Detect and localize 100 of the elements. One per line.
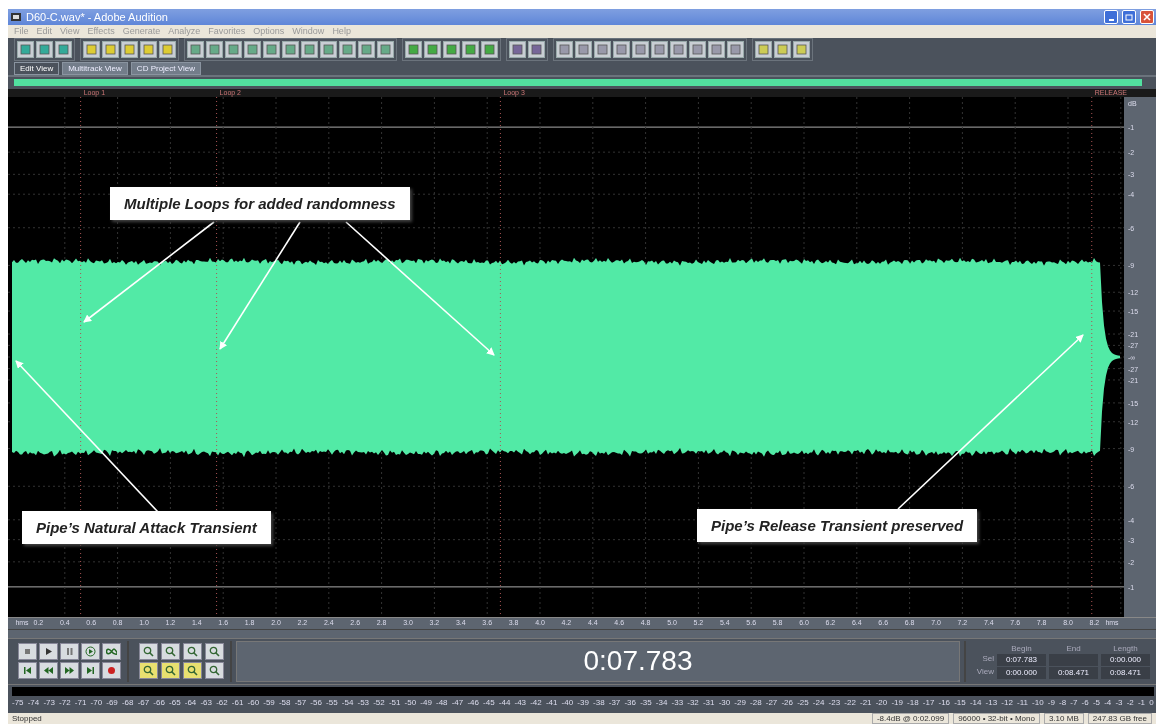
toolbar-button[interactable] <box>632 41 649 59</box>
square-icon <box>616 44 627 56</box>
zoom-fit-button[interactable] <box>205 662 224 680</box>
go-to-start-button[interactable] <box>18 662 37 680</box>
menu-item[interactable]: Analyze <box>168 26 201 37</box>
meter-label: -60 <box>247 697 260 708</box>
overview-bar[interactable] <box>14 79 1142 87</box>
toolbar-button[interactable] <box>481 41 498 59</box>
window-title: D60-C.wav* - Adobe Audition <box>26 10 169 23</box>
toolbar-button[interactable] <box>206 41 223 59</box>
zoom-button[interactable] <box>183 643 202 661</box>
time-field[interactable]: 0:00.000 <box>997 666 1046 679</box>
toolbar-button[interactable] <box>613 41 630 59</box>
menu-item[interactable]: Favorites <box>208 26 246 37</box>
toolbar-button[interactable] <box>462 41 479 59</box>
play-to-end-button[interactable] <box>81 643 100 661</box>
minimize-button[interactable] <box>1104 9 1118 24</box>
toolbar-button[interactable] <box>17 41 34 59</box>
square-icon <box>427 44 438 56</box>
toolbar-button[interactable] <box>443 41 460 59</box>
toolbar-button[interactable] <box>159 41 176 59</box>
rewind-button[interactable] <box>39 662 58 680</box>
toolbar-button[interactable] <box>36 41 53 59</box>
toolbar-button[interactable] <box>187 41 204 59</box>
time-field[interactable]: 0:07.783 <box>997 653 1046 666</box>
menu-item[interactable]: Generate <box>122 26 161 37</box>
square-icon <box>408 44 419 56</box>
toolbar-button[interactable] <box>670 41 687 59</box>
fast-forward-button[interactable] <box>60 662 79 680</box>
restore-button[interactable] <box>1122 9 1136 24</box>
toolbar-button[interactable] <box>55 41 72 59</box>
menu-item[interactable]: Help <box>332 26 351 37</box>
toolbar-button[interactable] <box>424 41 441 59</box>
zoom-left-button[interactable] <box>139 662 158 680</box>
zoom-right-button[interactable] <box>161 662 180 680</box>
view-tab[interactable]: CD Project View <box>130 62 201 76</box>
toolbar-button[interactable] <box>755 41 772 59</box>
toolbar-button[interactable] <box>651 41 668 59</box>
toolbar-button[interactable] <box>121 41 138 59</box>
pause-button[interactable] <box>60 643 79 661</box>
menu-item[interactable]: Window <box>292 26 325 37</box>
zoom-in-button[interactable] <box>139 643 158 661</box>
square-icon <box>597 44 608 56</box>
toolbar-button[interactable] <box>689 41 706 59</box>
toolbar-button[interactable] <box>263 41 280 59</box>
toolbar-button[interactable] <box>358 41 375 59</box>
callout-label: Multiple Loops for added randomness <box>110 187 410 220</box>
toolbar-button[interactable] <box>528 41 545 59</box>
zoom-fit-button[interactable] <box>205 643 224 661</box>
record-icon <box>106 665 117 677</box>
callout-label: Pipe’s Release Transient preserved <box>697 509 978 542</box>
meter-label: -51 <box>388 697 401 708</box>
meter-label: -7 <box>1070 697 1078 708</box>
loop-button[interactable] <box>102 643 121 661</box>
meter-label: -28 <box>750 697 762 708</box>
row-label: View <box>975 666 994 678</box>
meter-label: -4 <box>1104 697 1112 708</box>
toolbar-button[interactable] <box>594 41 611 59</box>
time-display: 0:07.783 <box>583 645 693 678</box>
time-field[interactable]: 0:08.471 <box>1049 666 1098 679</box>
toolbar-button[interactable] <box>405 41 422 59</box>
toolbar-button[interactable] <box>339 41 356 59</box>
zoom-button[interactable] <box>161 643 180 661</box>
toolbar-button[interactable] <box>774 41 791 59</box>
meter-label: -41 <box>545 697 558 708</box>
toolbar-button[interactable] <box>556 41 573 59</box>
toolbar-button[interactable] <box>793 41 810 59</box>
toolbar-button[interactable] <box>708 41 725 59</box>
play-button[interactable] <box>39 643 58 661</box>
go-to-end-button[interactable] <box>81 662 100 680</box>
toolbar-button[interactable] <box>301 41 318 59</box>
menu-item[interactable]: Edit <box>36 26 53 37</box>
square-icon <box>559 44 570 56</box>
meter-label: -13 <box>985 697 998 708</box>
toolbar-button[interactable] <box>377 41 394 59</box>
toolbar-button[interactable] <box>102 41 119 59</box>
skip-forward-icon <box>85 665 96 677</box>
toolbar-button[interactable] <box>140 41 157 59</box>
toolbar-button[interactable] <box>225 41 242 59</box>
stop-button[interactable] <box>18 643 37 661</box>
menu-item[interactable]: Effects <box>87 26 115 37</box>
record-button[interactable] <box>102 662 121 680</box>
time-field[interactable]: 0:08.471 <box>1101 666 1150 679</box>
toolbar-button[interactable] <box>282 41 299 59</box>
close-button[interactable] <box>1140 9 1154 24</box>
toolbar-button[interactable] <box>575 41 592 59</box>
meter-label: -72 <box>59 697 71 708</box>
toolbar-button[interactable] <box>727 41 744 59</box>
toolbar-button[interactable] <box>509 41 526 59</box>
view-tab[interactable]: Multitrack View <box>62 62 128 76</box>
toolbar-button[interactable] <box>244 41 261 59</box>
view-tab[interactable]: Edit View <box>14 62 60 76</box>
toolbar-button[interactable] <box>320 41 337 59</box>
menu-item[interactable]: File <box>14 26 29 37</box>
toolbar-button[interactable] <box>83 41 100 59</box>
zoom-out-button[interactable] <box>183 662 202 680</box>
time-field[interactable]: 0:00.000 <box>1101 653 1150 666</box>
square-icon <box>777 44 788 56</box>
menu-item[interactable]: View <box>60 26 80 37</box>
menu-item[interactable]: Options <box>253 26 285 37</box>
